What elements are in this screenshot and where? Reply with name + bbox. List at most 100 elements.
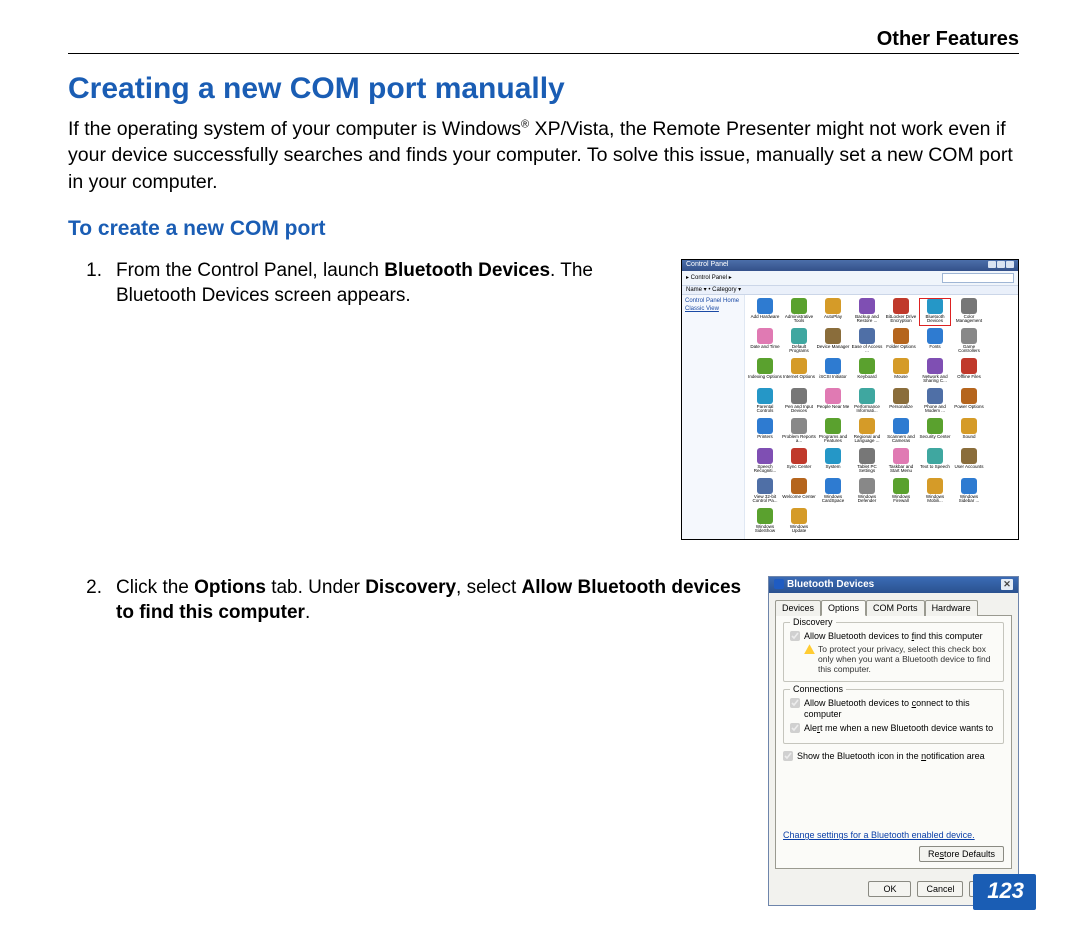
cp-item-label: Phone and Modem ...: [918, 405, 952, 414]
cp-item: Device Manager: [817, 328, 849, 356]
step-2-b2: Discovery: [365, 577, 456, 598]
cp-item: Performance Informati...: [851, 388, 883, 416]
cp-item: Game Controllers: [953, 328, 985, 356]
cp-item: Add Hardware: [749, 298, 781, 326]
cp-item-label: Sync Center: [782, 465, 816, 470]
step-2-post: .: [305, 602, 310, 623]
cp-side-classic: Classic View: [685, 306, 741, 312]
cp-item-label: Offline Files: [952, 375, 986, 380]
cp-item-label: Welcome Center: [782, 495, 816, 500]
intro-paragraph: If the operating system of your computer…: [68, 116, 1019, 195]
cp-item-icon: [859, 388, 875, 404]
cp-item-label: Windows Update: [782, 525, 816, 534]
step-2-text: 2. Click the Options tab. Under Discover…: [68, 576, 754, 625]
step-2-mid1: tab. Under: [266, 577, 365, 598]
chk-show-tray-box: [783, 751, 793, 761]
cp-item-icon: [791, 358, 807, 374]
cp-item-label: Taskbar and Start Menu: [884, 465, 918, 474]
intro-text-1: If the operating system of your computer…: [68, 118, 521, 140]
cp-window-controls: [987, 261, 1014, 270]
cp-item-label: Backup and Restore ...: [850, 315, 884, 324]
cp-item-icon: [791, 388, 807, 404]
cp-item: iSCSI Initiator: [817, 358, 849, 386]
cp-item: Administrative Tools: [783, 298, 815, 326]
cp-item: Windows Firewall: [885, 478, 917, 506]
cp-item-label: Ease of Access ...: [850, 345, 884, 354]
cp-item: Scanners and Cameras: [885, 418, 917, 446]
cp-item-label: Performance Informati...: [850, 405, 884, 414]
cp-item-label: Personalize: [884, 405, 918, 410]
cp-item: Parental Controls: [749, 388, 781, 416]
cp-item-icon: [961, 478, 977, 494]
cp-item-label: Power Options: [952, 405, 986, 410]
cp-item-icon: [927, 328, 943, 344]
chk-allow-connect: Allow Bluetooth devices to connect to th…: [790, 698, 997, 721]
cp-item-icon: [791, 508, 807, 524]
group-discovery-legend: Discovery: [790, 617, 836, 627]
cp-item: Internet Options: [783, 358, 815, 386]
cp-item-icon: [961, 418, 977, 434]
cp-item-label: Device Manager: [816, 345, 850, 350]
cp-side-home: Control Panel Home: [685, 298, 741, 304]
cp-item: User Accounts: [953, 448, 985, 476]
page-number: 123: [973, 874, 1036, 910]
cp-item-label: Printers: [748, 435, 782, 440]
cp-item: Security Center: [919, 418, 951, 446]
cp-item-label: Color Management: [952, 315, 986, 324]
cp-item-label: Date and Time: [748, 345, 782, 350]
cp-item-icon: [791, 448, 807, 464]
cp-item-icon: [859, 328, 875, 344]
cp-item-label: Internet Options: [782, 375, 816, 380]
cp-item-label: Windows CardSpace: [816, 495, 850, 504]
cp-item-icon: [757, 508, 773, 524]
bluetooth-dialog-screenshot: Bluetooth Devices ✕ Devices Options COM …: [768, 576, 1019, 906]
step-1-pre: From the Control Panel, launch: [116, 260, 384, 281]
group-discovery: Discovery Allow Bluetooth devices to fin…: [783, 622, 1004, 682]
chk-show-tray: Show the Bluetooth icon in the notificat…: [783, 751, 1004, 762]
cancel-button: Cancel: [917, 881, 963, 897]
bt-tabs: Devices Options COM Ports Hardware: [769, 593, 1018, 615]
cp-item-icon: [825, 388, 841, 404]
cp-item-icon: [825, 298, 841, 314]
cp-item-label: Add Hardware: [748, 315, 782, 320]
cp-item: Power Options: [953, 388, 985, 416]
warning-icon: [804, 644, 815, 654]
cp-item: Taskbar and Start Menu: [885, 448, 917, 476]
cp-item: Mouse: [885, 358, 917, 386]
cp-item-label: Network and Sharing C...: [918, 375, 952, 384]
cp-item: Default Programs: [783, 328, 815, 356]
cp-item-label: Programs and Features: [816, 435, 850, 444]
cp-item: BitLocker Drive Encryption: [885, 298, 917, 326]
cp-item: Keyboard: [851, 358, 883, 386]
cp-item: Bluetooth Devices: [919, 298, 951, 326]
cp-item-label: Text to Speech: [918, 465, 952, 470]
cp-item: Sync Center: [783, 448, 815, 476]
cp-item-icon: [927, 358, 943, 374]
cp-item-label: Speech Recogniti...: [748, 465, 782, 474]
cp-item: Network and Sharing C...: [919, 358, 951, 386]
close-icon: ✕: [1001, 579, 1013, 590]
cp-item-label: Windows Firewall: [884, 495, 918, 504]
ok-button: OK: [868, 881, 911, 897]
cp-item-label: Security Center: [918, 435, 952, 440]
tab-com-ports: COM Ports: [866, 600, 925, 616]
cp-item: Windows Update: [783, 508, 815, 536]
cp-sidebar: Control Panel Home Classic View: [682, 295, 745, 539]
cp-item-icon: [893, 328, 909, 344]
step-2-pre: Click the: [116, 577, 194, 598]
chk-alert: Alert me when a new Bluetooth device wan…: [790, 723, 997, 734]
cp-item: Personalize: [885, 388, 917, 416]
cp-item-icon: [825, 358, 841, 374]
cp-item-label: Problem Reports a...: [782, 435, 816, 444]
discovery-warning: To protect your privacy, select this che…: [790, 644, 997, 674]
cp-item: Windows Sidebar ...: [953, 478, 985, 506]
cp-item-icon: [961, 388, 977, 404]
cp-item-icon: [757, 388, 773, 404]
cp-item-label: AutoPlay: [816, 315, 850, 320]
cp-item: Date and Time: [749, 328, 781, 356]
cp-item-label: Parental Controls: [748, 405, 782, 414]
cp-item-icon: [961, 298, 977, 314]
cp-item: Welcome Center: [783, 478, 815, 506]
step-2-number: 2.: [68, 576, 116, 625]
bt-options-panel: Discovery Allow Bluetooth devices to fin…: [775, 615, 1012, 869]
